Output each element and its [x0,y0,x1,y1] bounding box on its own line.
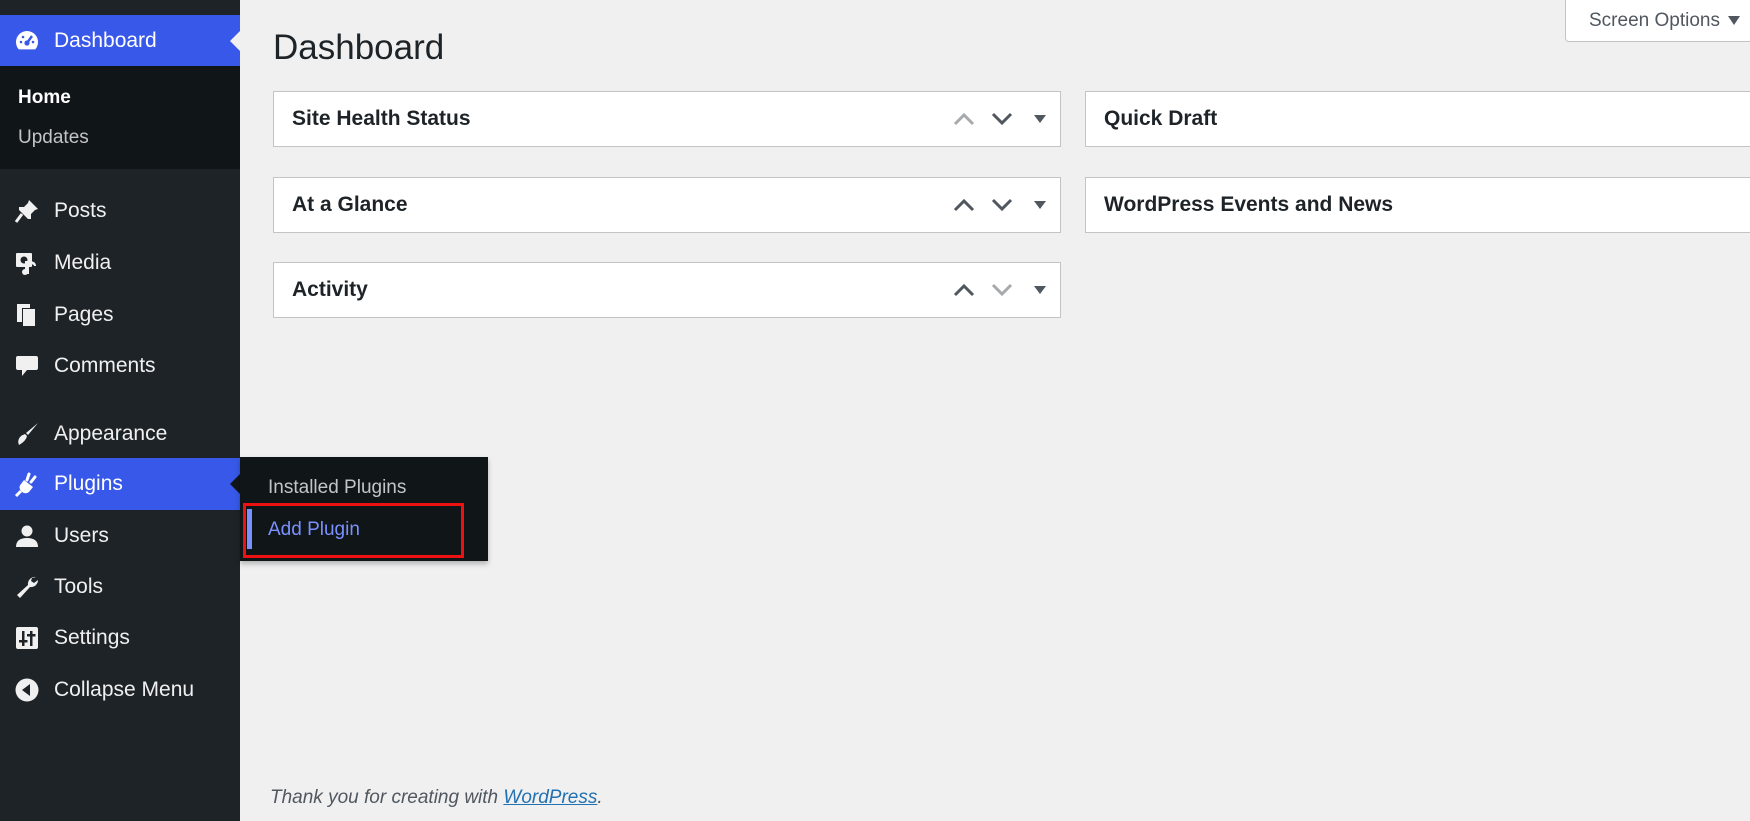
toggle-panel-button[interactable] [1025,275,1055,305]
brush-icon [14,421,40,447]
pin-icon [14,198,40,224]
sidebar-item-label: Comments [54,354,156,377]
sidebar-item-media[interactable]: Media [0,237,240,289]
sidebar-item-label: Dashboard [54,28,157,52]
widget-title[interactable]: Quick Draft [1104,107,1217,131]
collapse-icon [14,677,40,703]
screen-options-label: Screen Options [1589,9,1720,31]
move-down-button[interactable] [987,104,1017,134]
sidebar-item-tools[interactable]: Tools [0,561,240,613]
chevron-up-icon [953,112,975,126]
chevron-up-icon [953,198,975,212]
submenu-updates-link[interactable]: Updates [18,127,89,149]
sidebar-item-label: Users [54,524,109,547]
collapse-menu-button[interactable]: Collapse Menu [0,664,240,716]
installed-plugins-link[interactable]: Installed Plugins [268,477,406,499]
widget-site-health: Site Health Status [273,91,1061,147]
media-icon [14,250,40,276]
caret-down-icon [1034,115,1046,123]
widget-title[interactable]: Activity [292,278,368,302]
move-up-button[interactable] [949,104,979,134]
admin-sidebar: Dashboard Home Updates Posts Media Pages… [0,0,240,821]
caret-down-icon [1727,16,1740,25]
submenu-home-link[interactable]: Home [18,87,71,109]
sidebar-item-posts[interactable]: Posts [0,185,240,237]
widget-title[interactable]: WordPress Events and News [1104,193,1393,217]
sidebar-item-pages[interactable]: Pages [0,289,240,341]
sidebar-item-label: Tools [54,575,104,598]
sidebar-item-users[interactable]: Users [0,510,240,562]
chevron-up-icon [953,283,975,297]
sidebar-item-label: Settings [54,626,130,649]
chevron-down-icon [991,283,1013,297]
comment-icon [14,353,40,379]
sidebar-item-comments[interactable]: Comments [0,340,240,392]
sidebar-item-label: Collapse Menu [54,678,195,701]
move-down-button[interactable] [987,190,1017,220]
wordpress-link[interactable]: WordPress [503,787,597,808]
current-item-indicator [247,509,252,549]
chevron-down-icon [991,198,1013,212]
footer-thanks: Thank you for creating with [270,787,504,808]
sidebar-item-label: Pages [54,303,114,326]
move-down-button[interactable] [987,275,1017,305]
plugin-icon [14,471,40,497]
sidebar-item-label: Plugins [54,472,123,495]
chevron-down-icon [991,112,1013,126]
widget-events-news: WordPress Events and News [1085,177,1750,233]
page-title: Dashboard [273,28,445,67]
move-up-button[interactable] [949,275,979,305]
move-up-button[interactable] [949,190,979,220]
pages-icon [14,302,40,328]
caret-down-icon [1034,201,1046,209]
sidebar-item-label: Posts [54,199,107,222]
toggle-panel-button[interactable] [1025,190,1055,220]
plugins-flyout-menu: Installed Plugins Add Plugin [240,457,488,561]
widget-quick-draft: Quick Draft [1085,91,1750,147]
add-plugin-link[interactable]: Add Plugin [268,519,360,541]
dashboard-icon [14,28,40,54]
sidebar-item-dashboard[interactable]: Dashboard [0,15,240,66]
sidebar-item-label: Media [54,251,112,274]
screen-options-button[interactable]: Screen Options [1565,0,1750,42]
settings-icon [14,625,40,651]
widget-title[interactable]: At a Glance [292,193,408,217]
widget-activity: Activity [273,262,1061,318]
sidebar-item-appearance[interactable]: Appearance [0,408,240,460]
wrench-icon [14,574,40,600]
footer-period: . [597,787,603,808]
dashboard-submenu: Home Updates [0,66,240,169]
toggle-panel-button[interactable] [1025,104,1055,134]
sidebar-item-label: Appearance [54,422,168,445]
caret-down-icon [1034,286,1046,294]
footer-text: Thank you for creating with WordPress. [270,787,603,809]
widget-at-a-glance: At a Glance [273,177,1061,233]
sidebar-item-settings[interactable]: Settings [0,612,240,664]
sidebar-item-plugins[interactable]: Plugins [0,458,240,510]
widget-title[interactable]: Site Health Status [292,107,471,131]
user-icon [14,523,40,549]
